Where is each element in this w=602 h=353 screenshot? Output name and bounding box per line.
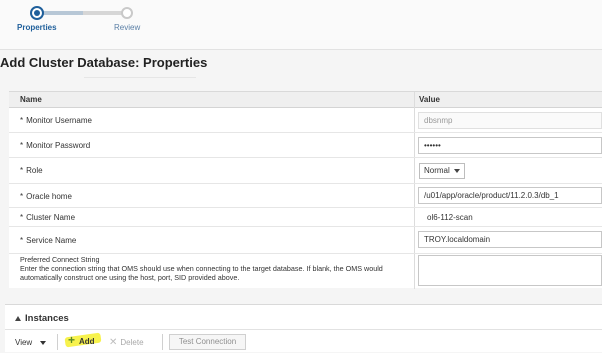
properties-table: Name Value * Monitor Username dbsnmp * Mon… xyxy=(9,91,602,289)
table-row: * Monitor Username dbsnmp xyxy=(9,108,602,133)
required-marker: * xyxy=(20,166,24,175)
plus-icon: + xyxy=(68,333,76,347)
delete-button-label: Delete xyxy=(120,338,144,347)
step-review-dot[interactable] xyxy=(121,7,133,19)
role-label: * Role xyxy=(20,166,43,175)
monitor-username-label: * Monitor Username xyxy=(20,116,92,125)
delete-x-icon: ✕ xyxy=(109,337,118,348)
role-select[interactable]: Normal xyxy=(419,163,465,179)
oracle-home-field[interactable]: /u01/app/oracle/product/11.2.0.3/db_1 xyxy=(418,187,602,204)
test-connection-button[interactable]: Test Connection xyxy=(169,334,246,350)
toolbar-divider xyxy=(57,334,58,350)
required-marker: * xyxy=(20,192,24,201)
collapse-triangle-icon[interactable] xyxy=(15,316,21,321)
role-selected-value: Normal xyxy=(424,166,450,175)
service-name-field[interactable]: TROY.localdomain xyxy=(418,231,602,248)
service-name-label: * Service Name xyxy=(20,236,76,245)
step-properties-dot[interactable] xyxy=(30,6,44,20)
view-menu[interactable]: View xyxy=(15,338,32,347)
step-review-label[interactable]: Review xyxy=(114,23,140,32)
chevron-down-icon xyxy=(454,169,460,173)
table-header: Name Value xyxy=(9,92,602,108)
role-label-text: Role xyxy=(26,166,43,175)
monitor-username-field: dbsnmp xyxy=(418,112,602,129)
toolbar-divider xyxy=(162,334,163,350)
table-row: * Monitor Password •••••• xyxy=(9,133,602,158)
monitor-username-label-text: Monitor Username xyxy=(26,116,92,125)
instances-section: Instances View + Add ✕ Delete Test Connec… xyxy=(5,304,602,352)
column-header-value: Value xyxy=(419,95,440,104)
page-title: Add Cluster Database: Properties xyxy=(0,55,208,70)
required-marker: * xyxy=(20,141,24,150)
preferred-connect-string-description: Enter the connection string that OMS sho… xyxy=(20,264,383,282)
table-row: * Cluster Name ol6-112-scan xyxy=(9,208,602,227)
add-button[interactable]: + Add xyxy=(64,332,102,348)
monitor-password-label: * Monitor Password xyxy=(20,141,90,150)
cluster-name-label: * Cluster Name xyxy=(20,213,75,222)
preferred-connect-string-label: Preferred Connect String xyxy=(20,255,100,264)
table-row: Preferred Connect String Enter the conne… xyxy=(9,254,602,289)
instances-title: Instances xyxy=(25,313,69,324)
table-row: * Oracle home /u01/app/oracle/product/11.… xyxy=(9,184,602,208)
instances-toolbar: View + Add ✕ Delete Test Connection xyxy=(5,329,602,353)
preferred-connect-string-field[interactable] xyxy=(418,255,602,286)
monitor-password-field[interactable]: •••••• xyxy=(418,137,602,154)
step-properties-label[interactable]: Properties xyxy=(17,23,57,32)
cluster-name-label-text: Cluster Name xyxy=(26,213,76,222)
add-button-label: Add xyxy=(79,337,95,346)
cluster-name-value: ol6-112-scan xyxy=(427,213,473,222)
wizard-train: Properties Review xyxy=(0,0,602,50)
column-header-name: Name xyxy=(20,95,42,104)
required-marker: * xyxy=(20,213,24,222)
monitor-password-label-text: Monitor Password xyxy=(26,141,91,150)
table-row: * Service Name TROY.localdomain xyxy=(9,227,602,254)
table-row: * Role Normal xyxy=(9,158,602,184)
delete-button[interactable]: ✕ Delete xyxy=(109,337,144,348)
oracle-home-label: * Oracle home xyxy=(20,192,72,201)
oracle-home-label-text: Oracle home xyxy=(26,192,72,201)
chevron-down-icon[interactable] xyxy=(40,341,46,345)
required-marker: * xyxy=(20,236,24,245)
preferred-connect-string-text: Preferred Connect String Enter the conne… xyxy=(20,255,412,282)
required-marker: * xyxy=(20,116,24,125)
service-name-label-text: Service Name xyxy=(26,236,77,245)
